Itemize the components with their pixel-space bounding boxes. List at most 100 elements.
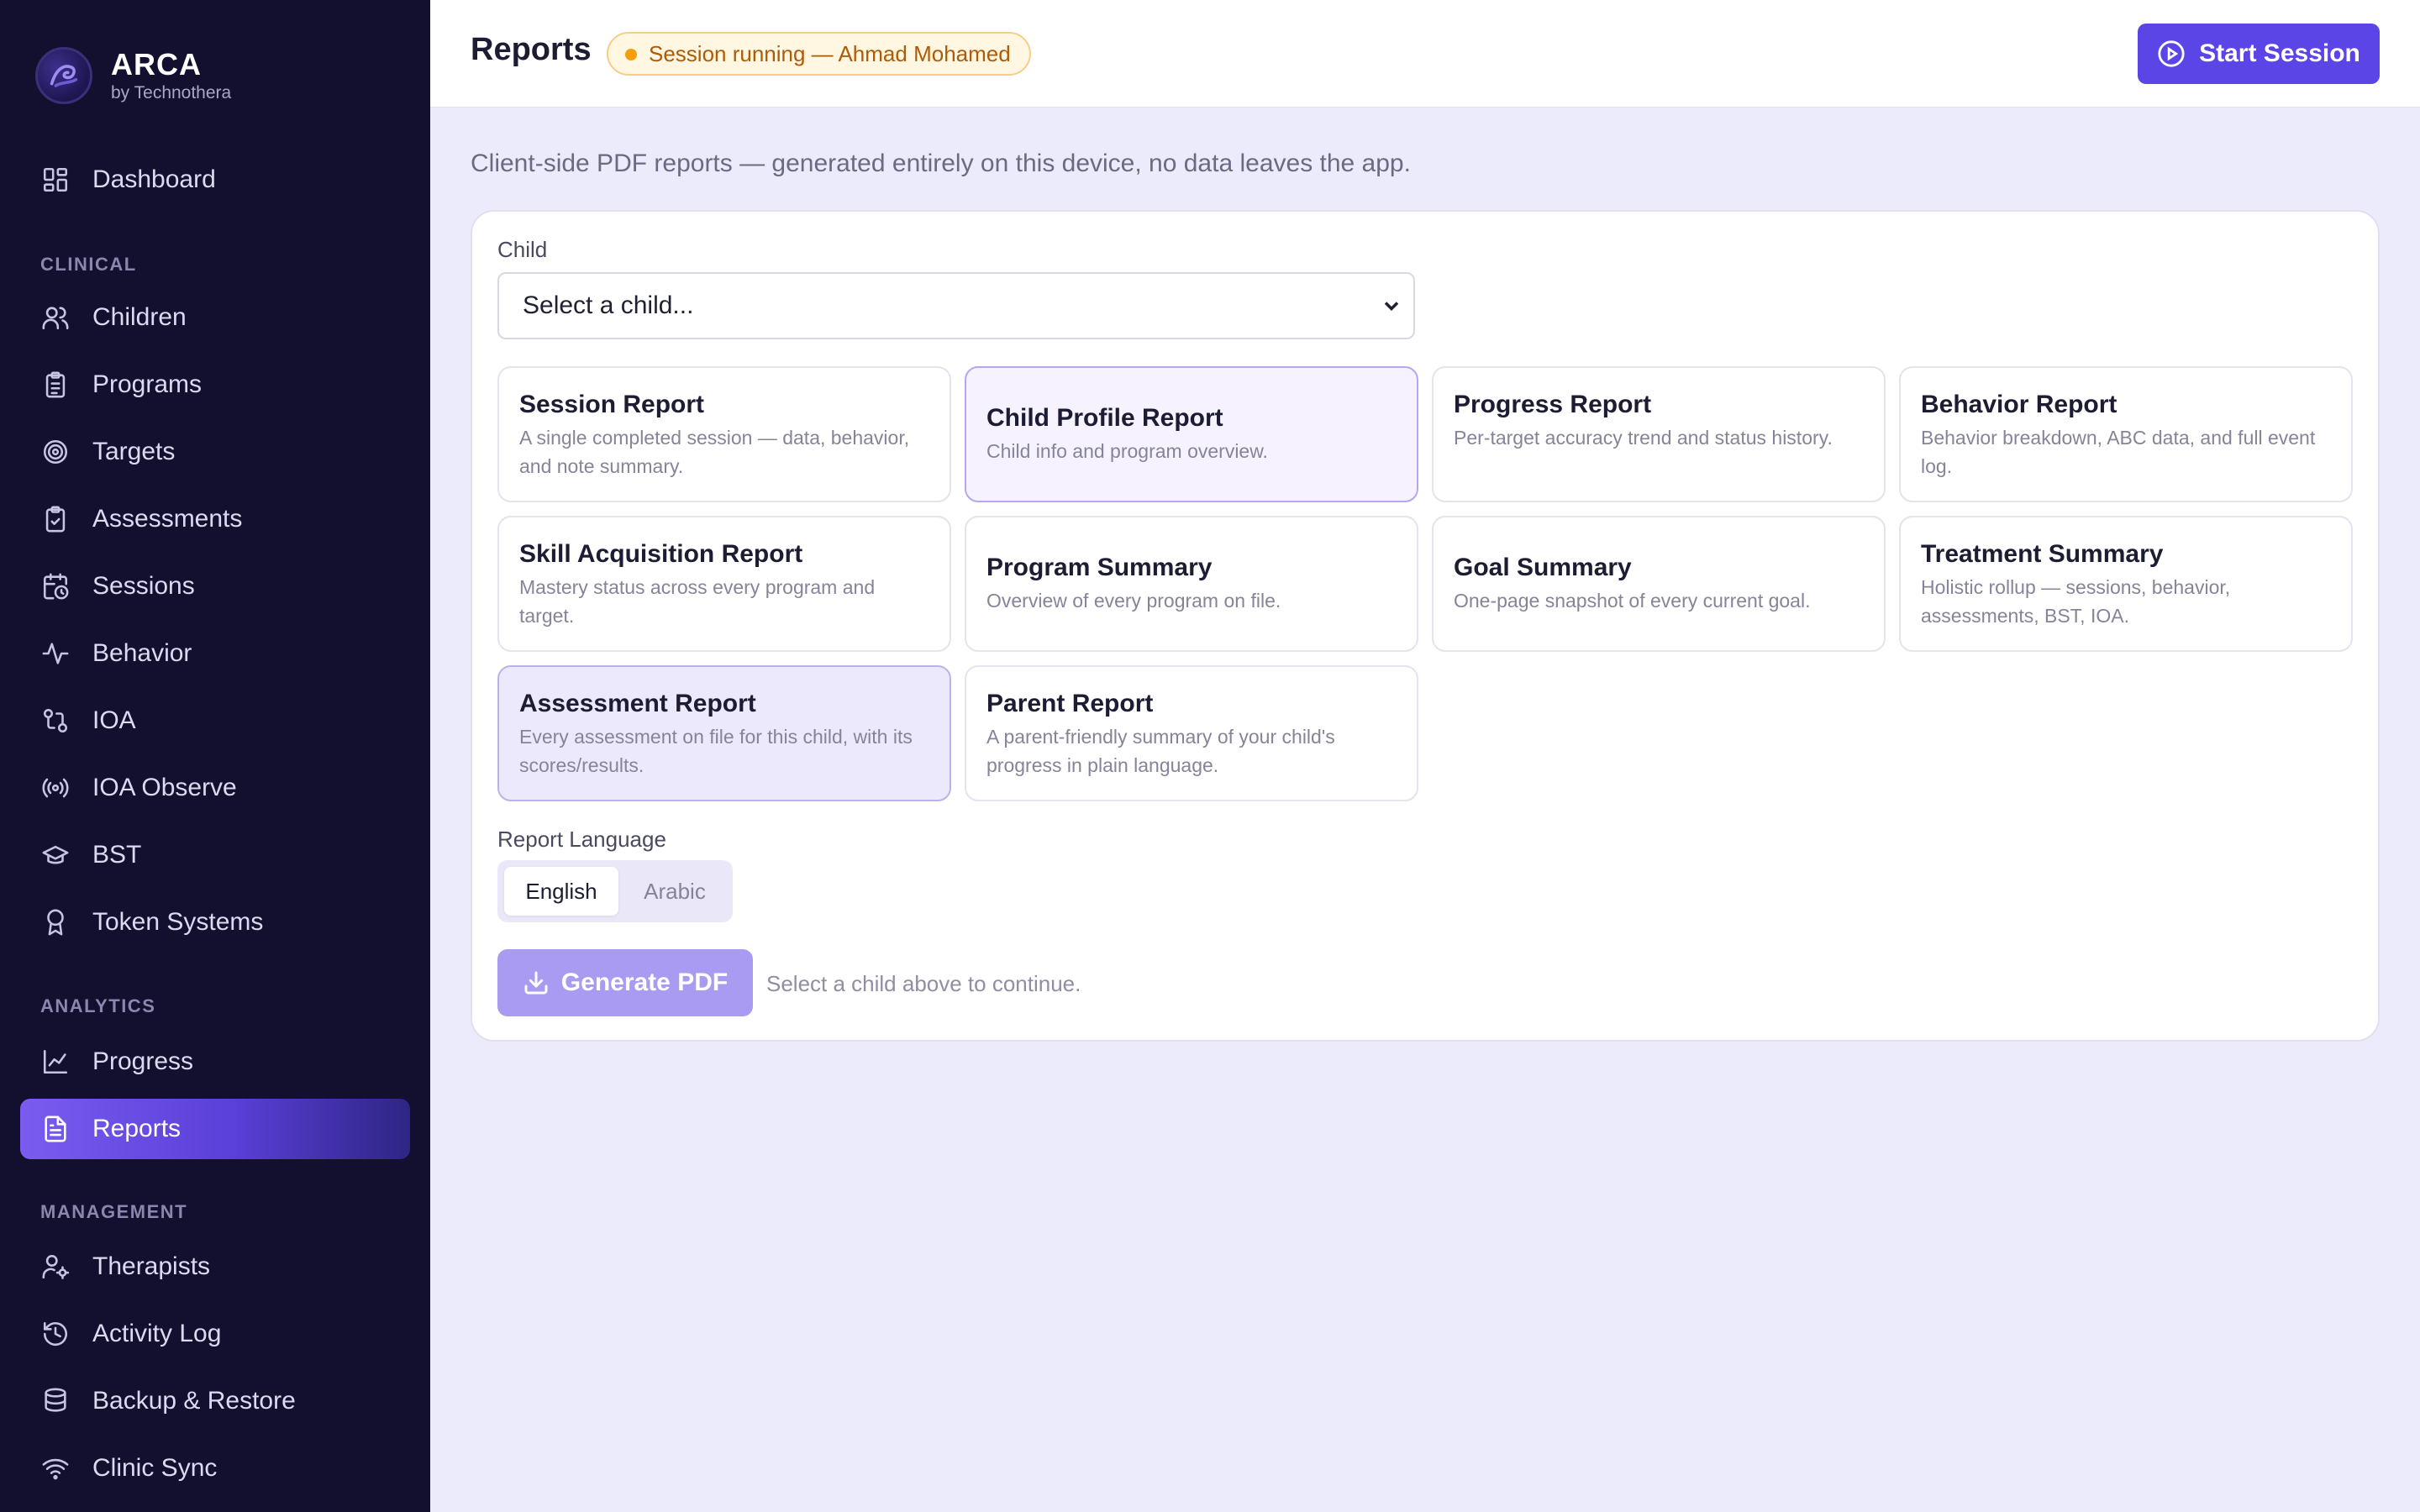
page-description: Client-side PDF reports — generated enti… — [471, 150, 1411, 177]
download-icon — [524, 971, 548, 995]
start-session-button[interactable]: Start Session — [2138, 24, 2380, 84]
play-circle-icon — [2158, 40, 2185, 67]
language-option-english[interactable]: English — [504, 867, 618, 916]
history-icon — [40, 1319, 71, 1349]
wifi-icon — [40, 1453, 71, 1483]
child-label: Child — [497, 237, 548, 262]
report-option-goal-summary[interactable]: Goal Summary One-page snapshot of every … — [1432, 516, 1886, 652]
sidebar-item-progress[interactable]: Progress — [20, 1032, 410, 1092]
report-option-title: Child Profile Report — [986, 404, 1223, 432]
report-option-title: Skill Acquisition Report — [519, 540, 803, 568]
report-language-label: Report Language — [497, 827, 666, 852]
report-option-title: Session Report — [519, 391, 705, 418]
report-option-title: Program Summary — [986, 554, 1213, 581]
sidebar-item-label: IOA — [92, 706, 136, 734]
sidebar-item-activity-log[interactable]: Activity Log — [20, 1304, 410, 1364]
sidebar-item-label: Children — [92, 303, 187, 331]
sidebar-item-label: Programs — [92, 370, 203, 398]
brand-name: ARCA — [111, 47, 202, 81]
sidebar-item-dashboard[interactable]: Dashboard — [20, 150, 410, 210]
sidebar-item-reports[interactable]: Reports — [20, 1099, 410, 1159]
sidebar-item-bst[interactable]: BST — [20, 825, 410, 885]
report-option-title: Parent Report — [986, 690, 1154, 717]
sidebar-item-therapists[interactable]: Therapists — [20, 1236, 410, 1297]
report-option-desc: A single completed session — data, behav… — [519, 427, 910, 477]
clipboard-check-icon — [40, 504, 71, 534]
sidebar-item-label: Behavior — [92, 639, 192, 667]
sidebar-item-token-systems[interactable]: Token Systems — [20, 892, 410, 953]
file-text-icon — [40, 1114, 71, 1144]
clipboard-icon — [40, 370, 71, 400]
target-icon — [40, 437, 71, 467]
report-option-child-profile[interactable]: Child Profile Report Child info and prog… — [965, 366, 1418, 502]
sidebar-item-behavior[interactable]: Behavior — [20, 623, 410, 684]
report-option-desc: Every assessment on file for this child,… — [519, 726, 913, 776]
sidebar: ARCA by Technothera Dashboard CLINICAL C… — [0, 0, 430, 1512]
session-status-badge[interactable]: Session running — Ahmad Mohamed — [607, 32, 1031, 76]
report-option-title: Assessment Report — [519, 690, 756, 717]
child-select[interactable]: Select a child... — [497, 272, 1415, 339]
sidebar-item-targets[interactable]: Targets — [20, 422, 410, 482]
report-option-program-summary[interactable]: Program Summary Overview of every progra… — [965, 516, 1418, 652]
award-icon — [40, 907, 71, 937]
status-dot-icon — [625, 49, 637, 60]
sidebar-item-sessions[interactable]: Sessions — [20, 556, 410, 617]
users-icon — [40, 302, 71, 333]
git-compare-icon — [40, 706, 71, 736]
report-option-behavior[interactable]: Behavior Report Behavior breakdown, ABC … — [1899, 366, 2353, 502]
sidebar-item-clinic-sync[interactable]: Clinic Sync — [20, 1438, 410, 1499]
sidebar-item-label: Therapists — [92, 1252, 211, 1280]
sidebar-item-programs[interactable]: Programs — [20, 354, 410, 415]
report-option-title: Behavior Report — [1921, 391, 2118, 418]
section-label-management: MANAGEMENT — [40, 1201, 188, 1222]
report-option-progress[interactable]: Progress Report Per-target accuracy tren… — [1432, 366, 1886, 502]
sidebar-item-label: Token Systems — [92, 908, 264, 936]
line-chart-icon — [40, 1047, 71, 1077]
sidebar-item-label: Progress — [92, 1047, 194, 1075]
sidebar-item-label: Reports — [92, 1115, 182, 1142]
sidebar-item-label: Sessions — [92, 572, 195, 600]
section-label-analytics: ANALYTICS — [40, 995, 156, 1016]
graduation-cap-icon — [40, 840, 71, 870]
report-option-title: Progress Report — [1454, 391, 1652, 418]
report-option-title: Treatment Summary — [1921, 540, 2164, 568]
sidebar-item-label: Dashboard — [92, 165, 216, 193]
report-option-desc: Behavior breakdown, ABC data, and full e… — [1921, 427, 2316, 477]
report-language-toggle: English Arabic — [497, 860, 733, 922]
sidebar-item-assessments[interactable]: Assessments — [20, 489, 410, 549]
sidebar-item-label: Backup & Restore — [92, 1387, 296, 1415]
generate-pdf-button[interactable]: Generate PDF — [497, 949, 753, 1016]
report-option-skill-acquisition[interactable]: Skill Acquisition Report Mastery status … — [497, 516, 951, 652]
report-option-assessment[interactable]: Assessment Report Every assessment on fi… — [497, 665, 951, 801]
section-label-clinical: CLINICAL — [40, 254, 137, 275]
sidebar-item-label: Clinic Sync — [92, 1454, 218, 1482]
user-cog-icon — [40, 1252, 71, 1282]
report-option-desc: Child info and program overview. — [986, 440, 1268, 462]
report-option-treatment-summary[interactable]: Treatment Summary Holistic rollup — sess… — [1899, 516, 2353, 652]
sidebar-item-children[interactable]: Children — [20, 287, 410, 348]
arca-logo-icon — [35, 47, 92, 104]
activity-icon — [40, 638, 71, 669]
top-header: Reports Session running — Ahmad Mohamed … — [430, 0, 2420, 108]
sidebar-item-backup-restore[interactable]: Backup & Restore — [20, 1371, 410, 1431]
sidebar-item-ioa-observe[interactable]: IOA Observe — [20, 758, 410, 818]
report-builder-card: Child Select a child... Session Report A… — [471, 210, 2380, 1042]
dashboard-icon — [40, 165, 71, 195]
report-option-desc: Holistic rollup — sessions, behavior, as… — [1921, 576, 2231, 627]
brand[interactable]: ARCA by Technothera — [35, 42, 231, 109]
report-option-desc: Per-target accuracy trend and status his… — [1454, 427, 1833, 449]
sidebar-item-label: BST — [92, 841, 142, 869]
session-status-text: Session running — Ahmad Mohamed — [649, 40, 1011, 66]
child-select-value: Select a child... — [523, 291, 694, 319]
language-option-arabic[interactable]: Arabic — [623, 867, 726, 916]
sidebar-item-label: Assessments — [92, 505, 243, 533]
report-option-session[interactable]: Session Report A single completed sessio… — [497, 366, 951, 502]
report-option-desc: Overview of every program on file. — [986, 590, 1281, 612]
sidebar-item-label: IOA Observe — [92, 774, 237, 801]
sidebar-item-ioa[interactable]: IOA — [20, 690, 410, 751]
sidebar-item-label: Targets — [92, 438, 176, 465]
generate-hint: Select a child above to continue. — [766, 971, 1081, 996]
report-option-desc: One-page snapshot of every current goal. — [1454, 590, 1811, 612]
report-option-parent[interactable]: Parent Report A parent-friendly summary … — [965, 665, 1418, 801]
page-title: Reports — [471, 32, 592, 67]
